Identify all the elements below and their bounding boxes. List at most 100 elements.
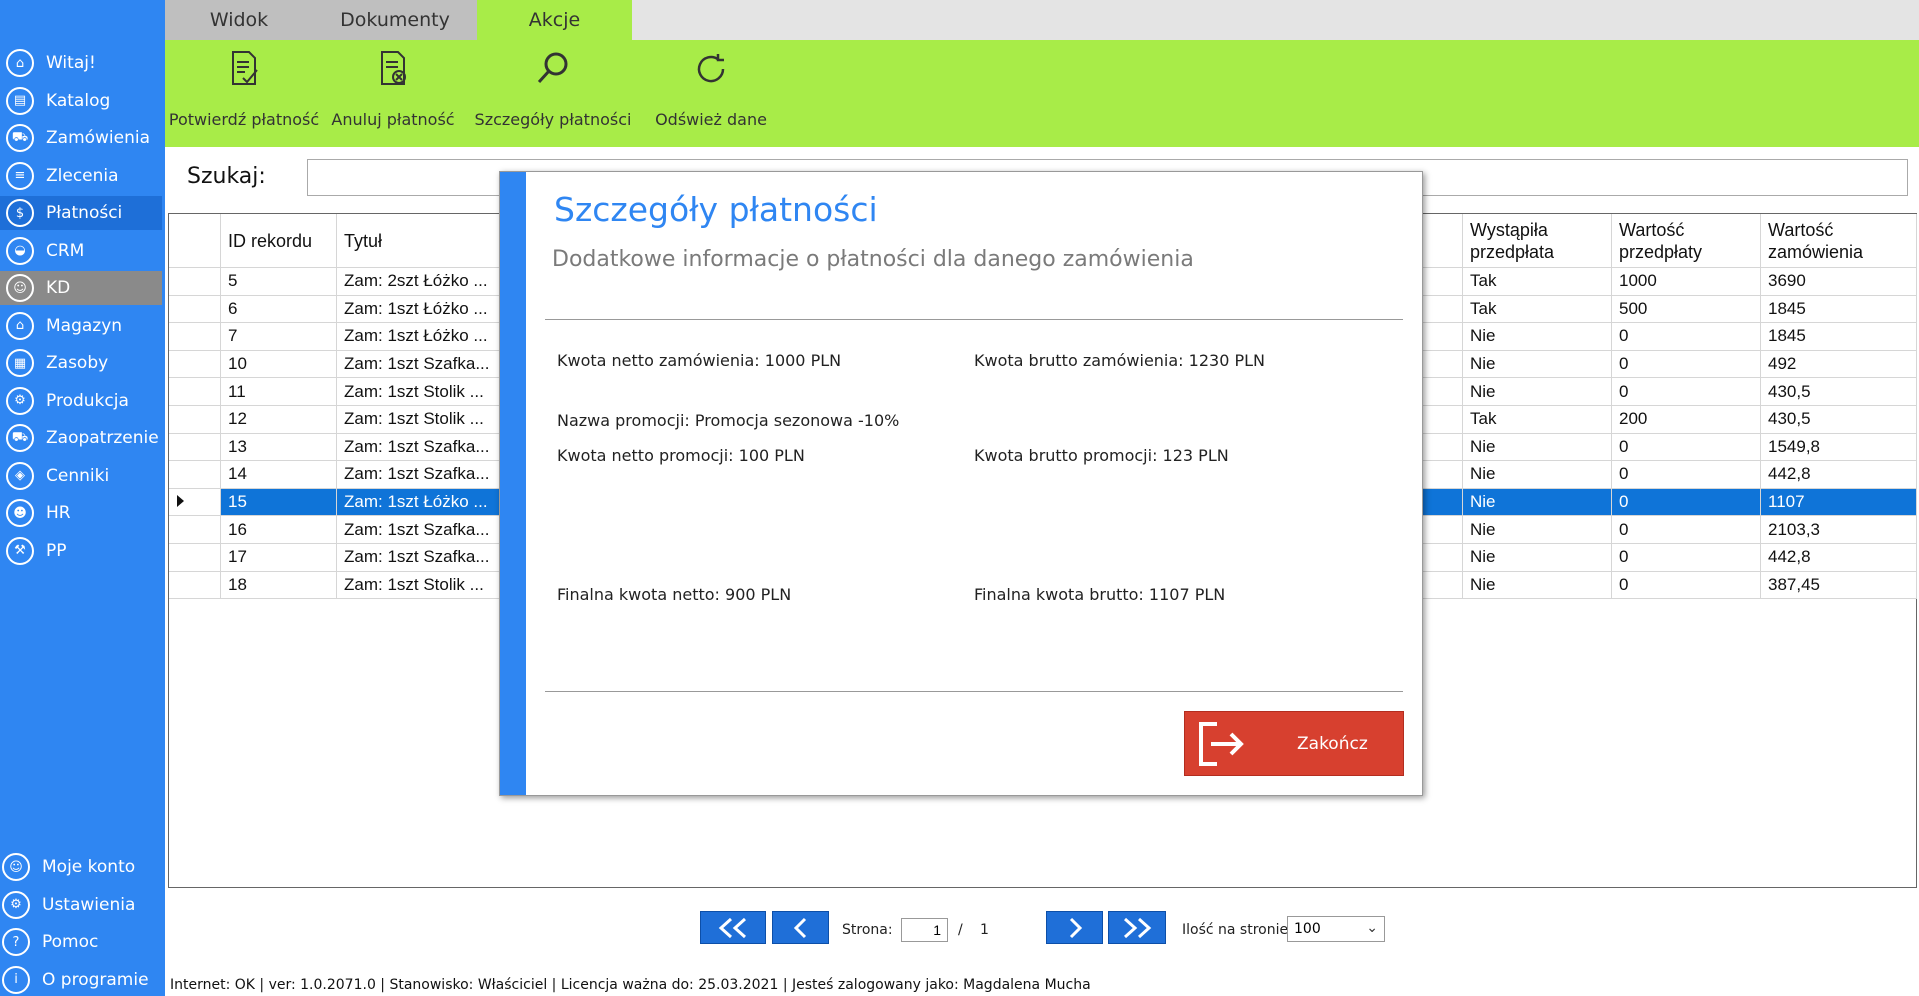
- prepayment-value-cell: 0: [1612, 461, 1761, 489]
- page-label: Strona:: [842, 922, 893, 938]
- sidebar-item-label: Zasoby: [46, 353, 109, 373]
- finish-button[interactable]: Zakończ: [1184, 711, 1404, 776]
- row-header-corner: [169, 214, 221, 268]
- sidebar-item-label: Cenniki: [46, 465, 110, 486]
- order-value-cell: 442,8: [1761, 461, 1917, 489]
- cart-icon: ⛟: [6, 124, 34, 152]
- sidebar-item-hr[interactable]: ☻ HR: [0, 496, 162, 530]
- sidebar-item-crm[interactable]: ◒ CRM: [0, 234, 162, 268]
- order-value-cell: 430,5: [1761, 378, 1917, 406]
- sidebar-item-pp[interactable]: ⚒ PP: [0, 534, 162, 568]
- cancel-payment-button[interactable]: Anuluj płatność: [329, 40, 457, 147]
- resources-icon: ▦: [6, 349, 34, 377]
- prepayment-value-cell: 1000: [1612, 268, 1761, 296]
- sidebar-item-zlecenia[interactable]: ≡ Zlecenia: [0, 159, 162, 193]
- tab-akcje[interactable]: Akcje: [477, 0, 632, 40]
- gross-order-amount: Kwota brutto zamówienia: 1230 PLN: [974, 351, 1265, 370]
- record-id-cell: 7: [221, 323, 337, 351]
- sidebar-item-moje-konto[interactable]: ☺ Moje konto: [0, 850, 162, 884]
- prepayment-value-cell: 200: [1612, 406, 1761, 434]
- sidebar-item-katalog[interactable]: ▤ Katalog: [0, 84, 162, 118]
- sidebar: ⌂ Witaj! ▤ Katalog ⛟ Zamówienia ≡ Zlecenia $ Płat…: [0, 0, 165, 996]
- net-order-amount: Kwota netto zamówienia: 1000 PLN: [557, 351, 842, 370]
- payment-details-button[interactable]: Szczegóły płatności: [475, 40, 631, 147]
- row-selector[interactable]: [169, 516, 221, 544]
- sidebar-item-label: CRM: [46, 240, 85, 261]
- list-icon: ≡: [6, 161, 34, 190]
- dialog-divider: [545, 691, 1403, 692]
- sidebar-item-o-programie[interactable]: i O programie: [0, 963, 162, 996]
- sidebar-item-label: PP: [46, 540, 67, 561]
- payment-details-dialog: Szczegóły płatności Dodatkowe informacje…: [499, 171, 1423, 796]
- sidebar-item-label: O programie: [42, 969, 149, 990]
- dialog-title: Szczegóły płatności: [554, 190, 878, 229]
- sidebar-item-label: Witaj!: [46, 53, 96, 73]
- promotion-name: Nazwa promocji: Promocja sezonowa -10%: [557, 411, 900, 430]
- exit-icon: [1199, 721, 1244, 766]
- row-selector[interactable]: [169, 350, 221, 379]
- order-value-cell: 3690: [1761, 268, 1917, 296]
- ribbon-toolbar: Potwierdź płatność Anuluj płatność Szcze…: [165, 40, 1919, 147]
- total-pages: 1: [980, 922, 989, 938]
- row-selector[interactable]: [169, 268, 221, 296]
- info-icon: i: [2, 965, 30, 994]
- record-id-cell: 17: [221, 544, 337, 572]
- record-id-cell: 5: [221, 268, 337, 296]
- order-value-cell: 1845: [1761, 323, 1917, 351]
- hr-icon: ☻: [6, 499, 34, 527]
- row-selector[interactable]: [169, 488, 221, 517]
- row-selector[interactable]: [169, 406, 221, 434]
- prepayment-occurred-cell: Nie: [1463, 378, 1612, 406]
- sidebar-item-label: Zlecenia: [46, 165, 119, 186]
- sidebar-item-label: Produkcja: [46, 390, 129, 411]
- production-icon: ⚙: [6, 386, 34, 415]
- sidebar-item-witaj[interactable]: ⌂ Witaj!: [0, 46, 162, 80]
- prepayment-value-cell: 0: [1612, 323, 1761, 351]
- sidebar-item-ustawienia[interactable]: ⚙ Ustawienia: [0, 888, 162, 922]
- prepayment-occurred-cell: Tak: [1463, 295, 1612, 324]
- final-gross-amount: Finalna kwota brutto: 1107 PLN: [974, 585, 1226, 604]
- refresh-icon: [697, 54, 725, 83]
- sidebar-item-label: Moje konto: [42, 857, 136, 877]
- sidebar-item-label: Ustawienia: [42, 894, 136, 915]
- sidebar-item-płatności[interactable]: $ Płatności: [0, 196, 162, 230]
- dollar-icon: $: [6, 199, 34, 227]
- row-selector[interactable]: [169, 295, 221, 324]
- sidebar-item-zaopatrzenie[interactable]: ⛟ Zaopatrzenie: [0, 421, 162, 455]
- next-page-button[interactable]: [1046, 911, 1103, 944]
- row-selector[interactable]: [169, 433, 221, 462]
- sidebar-item-kd[interactable]: ☺ KD: [0, 271, 162, 305]
- previous-page-button[interactable]: [772, 911, 829, 944]
- row-selector[interactable]: [169, 571, 221, 600]
- prepayment-occurred-cell: Nie: [1463, 488, 1612, 517]
- sidebar-item-zamówienia[interactable]: ⛟ Zamówienia: [0, 121, 162, 155]
- row-selector[interactable]: [169, 323, 221, 351]
- user-icon: ☺: [2, 853, 30, 881]
- sidebar-item-zasoby[interactable]: ▦ Zasoby: [0, 346, 162, 380]
- help-icon: ?: [2, 928, 30, 956]
- prepayment-occurred-cell: Nie: [1463, 350, 1612, 379]
- confirm-payment-button[interactable]: Potwierdź płatność: [169, 40, 319, 147]
- chevron-down-icon: ⌄: [1366, 920, 1378, 936]
- tab-bar: Widok Dokumenty Akcje: [165, 0, 1919, 40]
- row-selector[interactable]: [169, 378, 221, 406]
- sidebar-item-magazyn[interactable]: ⌂ Magazyn: [0, 309, 162, 343]
- row-selector[interactable]: [169, 544, 221, 572]
- first-page-button[interactable]: [700, 911, 766, 944]
- double-chevron-left-icon: [718, 917, 747, 938]
- refresh-data-button[interactable]: Odśwież dane: [655, 40, 767, 147]
- column-header: Wartość zamówienia: [1761, 214, 1917, 268]
- prepayment-occurred-cell: Tak: [1463, 268, 1612, 296]
- tab-widok[interactable]: Widok: [165, 0, 313, 40]
- sidebar-item-cenniki[interactable]: ◈ Cenniki: [0, 459, 162, 493]
- last-page-button[interactable]: [1108, 911, 1166, 944]
- page-number-input[interactable]: [901, 918, 948, 942]
- sidebar-item-pomoc[interactable]: ? Pomoc: [0, 925, 162, 959]
- row-selector[interactable]: [169, 461, 221, 489]
- order-value-cell: 1107: [1761, 488, 1917, 517]
- prepayment-value-cell: 0: [1612, 378, 1761, 406]
- tag-icon: ◈: [6, 461, 34, 490]
- per-page-select[interactable]: 100 ⌄: [1287, 916, 1385, 942]
- tab-dokumenty[interactable]: Dokumenty: [313, 0, 477, 40]
- sidebar-item-produkcja[interactable]: ⚙ Produkcja: [0, 384, 162, 418]
